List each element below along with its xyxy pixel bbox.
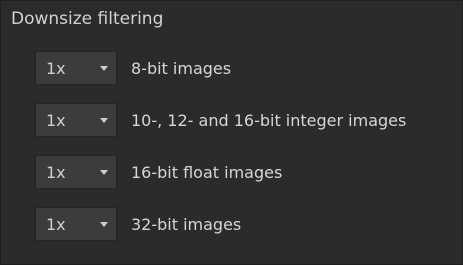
filter-dropdown-8bit[interactable]: 1x [35, 51, 117, 85]
filter-dropdown-16bit-float[interactable]: 1x [35, 155, 117, 189]
chevron-down-icon [100, 65, 108, 71]
chevron-down-icon [100, 117, 108, 123]
setting-label-32bit: 32-bit images [131, 214, 242, 234]
dropdown-value: 1x [46, 58, 66, 78]
dropdown-value: 1x [46, 110, 66, 130]
setting-label-integer: 10-, 12- and 16-bit integer images [131, 110, 407, 130]
setting-label-8bit: 8-bit images [131, 58, 232, 78]
setting-row-16bit-float: 1x 16-bit float images [35, 155, 282, 189]
setting-row-integer: 1x 10-, 12- and 16-bit integer images [35, 103, 406, 137]
section-title: Downsize filtering [11, 9, 164, 29]
chevron-down-icon [100, 221, 108, 227]
chevron-down-icon [100, 169, 108, 175]
setting-row-32bit: 1x 32-bit images [35, 207, 241, 241]
dropdown-value: 1x [46, 162, 66, 182]
downsize-filtering-panel: Downsize filtering 1x 8-bit images 1x 10… [0, 0, 463, 265]
dropdown-value: 1x [46, 214, 66, 234]
filter-dropdown-32bit[interactable]: 1x [35, 207, 117, 241]
filter-dropdown-integer[interactable]: 1x [35, 103, 117, 137]
setting-row-8bit: 1x 8-bit images [35, 51, 231, 85]
setting-label-16bit-float: 16-bit float images [131, 162, 283, 182]
